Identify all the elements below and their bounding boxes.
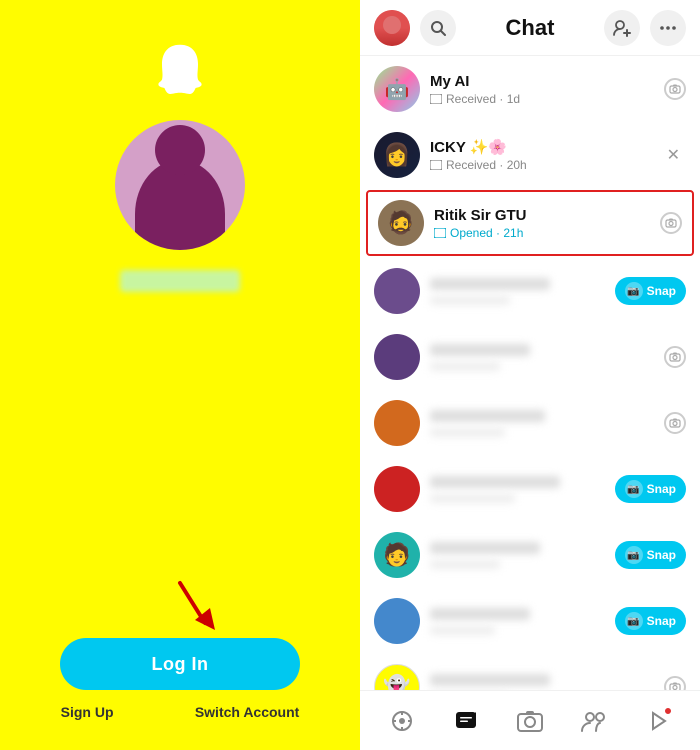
snap-button-u7[interactable]: 📷 Snap xyxy=(615,475,686,503)
chat-info-u9 xyxy=(430,608,605,635)
opened-icon xyxy=(434,228,446,238)
chat-header: Chat xyxy=(360,0,700,56)
chat-info-u7 xyxy=(430,476,605,503)
chat-avatar-ritik: 🧔 xyxy=(378,200,424,246)
arrow-container xyxy=(170,578,230,643)
chat-item-u6[interactable] xyxy=(360,390,700,456)
add-friend-button[interactable] xyxy=(604,10,640,46)
chat-avatar-u7 xyxy=(374,466,420,512)
chat-title: Chat xyxy=(466,15,594,41)
snap-button-u9[interactable]: 📷 Snap xyxy=(615,607,686,635)
chat-item-myai[interactable]: 🤖 My AI Received · 1d xyxy=(360,56,700,122)
left-bottom: Log In Sign Up Switch Account xyxy=(20,638,340,720)
chat-sub-ritik: Opened · 21h xyxy=(434,226,650,240)
chat-avatar-icky: 👩 xyxy=(374,132,420,178)
received-icon xyxy=(430,94,442,104)
more-options-icon xyxy=(660,26,676,30)
search-button[interactable] xyxy=(420,10,456,46)
chat-info-u8 xyxy=(430,542,605,569)
chat-item-ritik[interactable]: 🧔 Ritik Sir GTU Opened · 21h xyxy=(366,190,694,256)
chat-info-ritik: Ritik Sir GTU Opened · 21h xyxy=(434,207,650,240)
chat-item-u10[interactable]: 👻 xyxy=(360,654,700,690)
camera-outline-icon xyxy=(664,78,686,100)
snap-button-u8[interactable]: 📷 Snap xyxy=(615,541,686,569)
camera-outline-ritik xyxy=(660,212,682,234)
chat-info-u10 xyxy=(430,674,654,691)
chat-action-u6 xyxy=(664,412,686,434)
avatar xyxy=(115,120,245,250)
more-options-button[interactable] xyxy=(650,10,686,46)
chat-avatar-u6 xyxy=(374,400,420,446)
snapchat-ghost-icon xyxy=(150,40,210,100)
chat-sub-icky: Received · 20h xyxy=(430,158,651,172)
camera-outline-u5 xyxy=(664,346,686,368)
left-top xyxy=(115,40,245,292)
search-icon xyxy=(430,20,446,36)
nav-stories[interactable] xyxy=(638,701,678,741)
location-nav-icon xyxy=(390,709,414,733)
bottom-links: Sign Up Switch Account xyxy=(20,704,340,720)
bottom-nav xyxy=(360,690,700,750)
chat-action-u5 xyxy=(664,346,686,368)
user-avatar[interactable] xyxy=(374,10,410,46)
camera-outline-u6 xyxy=(664,412,686,434)
chat-info-u5 xyxy=(430,344,654,371)
snap-button-u4[interactable]: 📷 Snap xyxy=(615,277,686,305)
nav-location[interactable] xyxy=(382,701,422,741)
nav-friends[interactable] xyxy=(574,701,614,741)
snap-camera-icon-u8: 📷 xyxy=(625,546,643,564)
chat-name-myai: My AI xyxy=(430,73,654,90)
signup-link[interactable]: Sign Up xyxy=(61,704,114,720)
chat-avatar-u8: 🧑 xyxy=(374,532,420,578)
chat-item-icky[interactable]: 👩 ICKY ✨🌸 Received · 20h ✕ xyxy=(360,122,700,188)
chat-info-icky: ICKY ✨🌸 Received · 20h xyxy=(430,138,651,172)
chat-action-myai xyxy=(664,78,686,100)
chat-name-ritik: Ritik Sir GTU xyxy=(434,207,650,224)
chat-avatar-myai: 🤖 xyxy=(374,66,420,112)
camera-outline-u10 xyxy=(664,676,686,690)
snap-camera-icon-u7: 📷 xyxy=(625,480,643,498)
chat-item-u7[interactable]: 📷 Snap xyxy=(360,456,700,522)
nav-camera[interactable] xyxy=(510,701,550,741)
add-friend-icon xyxy=(613,19,631,37)
chat-item-u9[interactable]: 📷 Snap xyxy=(360,588,700,654)
chat-info-u6 xyxy=(430,410,654,437)
switch-account-link[interactable]: Switch Account xyxy=(195,704,300,720)
friends-nav-icon xyxy=(581,710,607,732)
chat-action-u10 xyxy=(664,676,686,690)
left-panel: Log In Sign Up Switch Account xyxy=(0,0,360,750)
chat-avatar-u4 xyxy=(374,268,420,314)
chat-info-myai: My AI Received · 1d xyxy=(430,73,654,106)
login-button[interactable]: Log In xyxy=(60,638,300,690)
chat-avatar-u9 xyxy=(374,598,420,644)
chat-avatar-u5 xyxy=(374,334,420,380)
chat-sub-myai: Received · 1d xyxy=(430,92,654,106)
chat-name-icky: ICKY ✨🌸 xyxy=(430,138,651,156)
nav-chat[interactable] xyxy=(446,701,486,741)
snap-camera-icon-u9: 📷 xyxy=(625,612,643,630)
received-icon-icky xyxy=(430,160,442,170)
chat-nav-icon xyxy=(454,709,478,733)
avatar-silhouette xyxy=(135,160,225,250)
chat-avatar-u10: 👻 xyxy=(374,664,420,690)
chat-action-ritik xyxy=(660,212,682,234)
chat-item-u4[interactable]: 📷 Snap xyxy=(360,258,700,324)
close-icky-button[interactable]: ✕ xyxy=(661,143,686,167)
arrow-icon xyxy=(170,578,230,638)
username-blur xyxy=(120,270,240,292)
camera-nav-icon xyxy=(517,710,543,732)
chat-item-u8[interactable]: 🧑 📷 Snap xyxy=(360,522,700,588)
chat-list: 🤖 My AI Received · 1d 👩 ICKY ✨🌸 xyxy=(360,56,700,690)
right-panel: Chat 🤖 My AI Rec xyxy=(360,0,700,750)
chat-item-u5[interactable] xyxy=(360,324,700,390)
snap-camera-icon: 📷 xyxy=(625,282,643,300)
stories-badge xyxy=(664,707,672,715)
chat-info-u4 xyxy=(430,278,605,305)
